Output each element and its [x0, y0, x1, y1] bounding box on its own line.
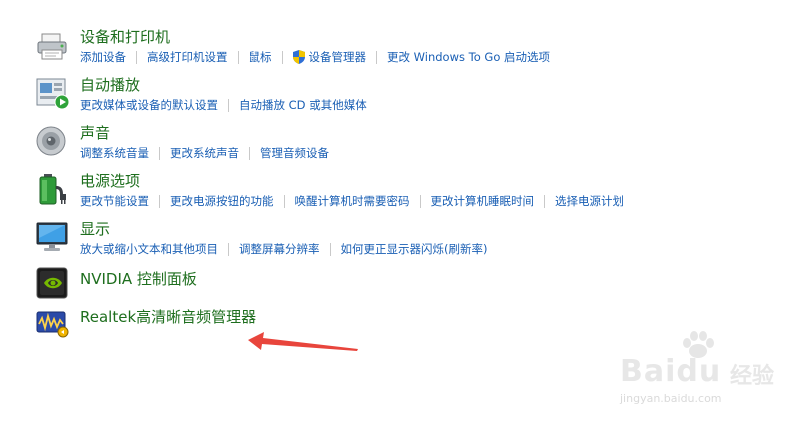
link-separator [228, 98, 229, 112]
choose-power-plan-link[interactable]: 选择电源计划 [555, 194, 624, 208]
autoplay-icon[interactable] [36, 76, 70, 110]
link-separator [136, 50, 137, 64]
change-power-buttons-link[interactable]: 更改电源按钮的功能 [170, 194, 274, 208]
watermark-brand: Baidu [620, 354, 722, 389]
battery-plug-icon[interactable] [36, 172, 70, 206]
fix-flicker-link[interactable]: 如何更正显示器闪烁(刷新率) [341, 242, 488, 256]
device-manager-link[interactable]: 设备管理器 [309, 50, 367, 64]
control-panel-hardware-and-sound: 设备和打印机 添加设备 高级打印机设置 鼠标 设备管理器 更改 Windows … [0, 0, 807, 425]
link-separator [237, 50, 239, 64]
windows-to-go-link[interactable]: 更改 Windows To Go 启动选项 [387, 50, 550, 64]
annotation-arrow [248, 332, 358, 351]
link-separator [544, 194, 545, 208]
uac-shield-icon [292, 50, 305, 64]
autoplay-cd-link[interactable]: 自动播放 CD 或其他媒体 [239, 98, 367, 112]
link-separator [228, 242, 229, 256]
realtek-icon[interactable] [36, 306, 70, 340]
link-separator [376, 50, 377, 64]
category-title[interactable]: NVIDIA 控制面板 [80, 270, 197, 288]
monitor-icon[interactable] [36, 220, 70, 254]
category-links: 更改媒体或设备的默认设置 自动播放 CD 或其他媒体 [80, 98, 367, 112]
zoom-text-link[interactable]: 放大或缩小文本和其他项目 [80, 242, 218, 256]
adjust-resolution-link[interactable]: 调整屏幕分辨率 [239, 242, 320, 256]
category-title[interactable]: 电源选项 [80, 172, 140, 190]
change-system-sounds-link[interactable]: 更改系统声音 [170, 146, 239, 160]
mouse-link[interactable]: 鼠标 [249, 50, 272, 64]
change-sleep-time-link[interactable]: 更改计算机睡眠时间 [431, 194, 535, 208]
category-title[interactable]: 显示 [80, 220, 110, 238]
speaker-icon[interactable] [36, 124, 70, 158]
category-links: 更改节能设置 更改电源按钮的功能 唤醒计算机时需要密码 更改计算机睡眠时间 选择… [80, 194, 624, 208]
link-separator [159, 146, 160, 160]
link-separator [419, 194, 421, 208]
link-separator [281, 50, 283, 64]
category-title[interactable]: 设备和打印机 [80, 28, 170, 46]
link-separator [249, 146, 250, 160]
manage-audio-devices-link[interactable]: 管理音频设备 [260, 146, 329, 160]
link-separator [283, 194, 285, 208]
watermark-url: jingyan.baidu.com [620, 392, 722, 405]
change-media-defaults-link[interactable]: 更改媒体或设备的默认设置 [80, 98, 218, 112]
require-password-on-wake-link[interactable]: 唤醒计算机时需要密码 [295, 194, 410, 208]
category-links: 添加设备 高级打印机设置 鼠标 设备管理器 更改 Windows To Go 启… [80, 50, 550, 64]
adjust-volume-link[interactable]: 调整系统音量 [80, 146, 149, 160]
link-separator [329, 242, 331, 256]
watermark-jingyan: 经验 [730, 364, 775, 389]
category-links: 调整系统音量 更改系统声音 管理音频设备 [80, 146, 329, 160]
printer-icon[interactable] [36, 28, 70, 62]
baidu-jingyan-watermark: Baidu 经验 jingyan.baidu.com [618, 330, 778, 410]
category-title[interactable]: 自动播放 [80, 76, 140, 94]
category-title[interactable]: 声音 [80, 124, 110, 142]
link-separator [159, 194, 160, 208]
change-power-saving-link[interactable]: 更改节能设置 [80, 194, 149, 208]
advanced-printer-settings-link[interactable]: 高级打印机设置 [147, 50, 228, 64]
nvidia-icon[interactable] [36, 266, 70, 300]
add-device-link[interactable]: 添加设备 [80, 50, 126, 64]
category-links: 放大或缩小文本和其他项目 调整屏幕分辨率 如何更正显示器闪烁(刷新率) [80, 242, 487, 256]
category-title[interactable]: Realtek高清晰音频管理器 [80, 308, 256, 326]
